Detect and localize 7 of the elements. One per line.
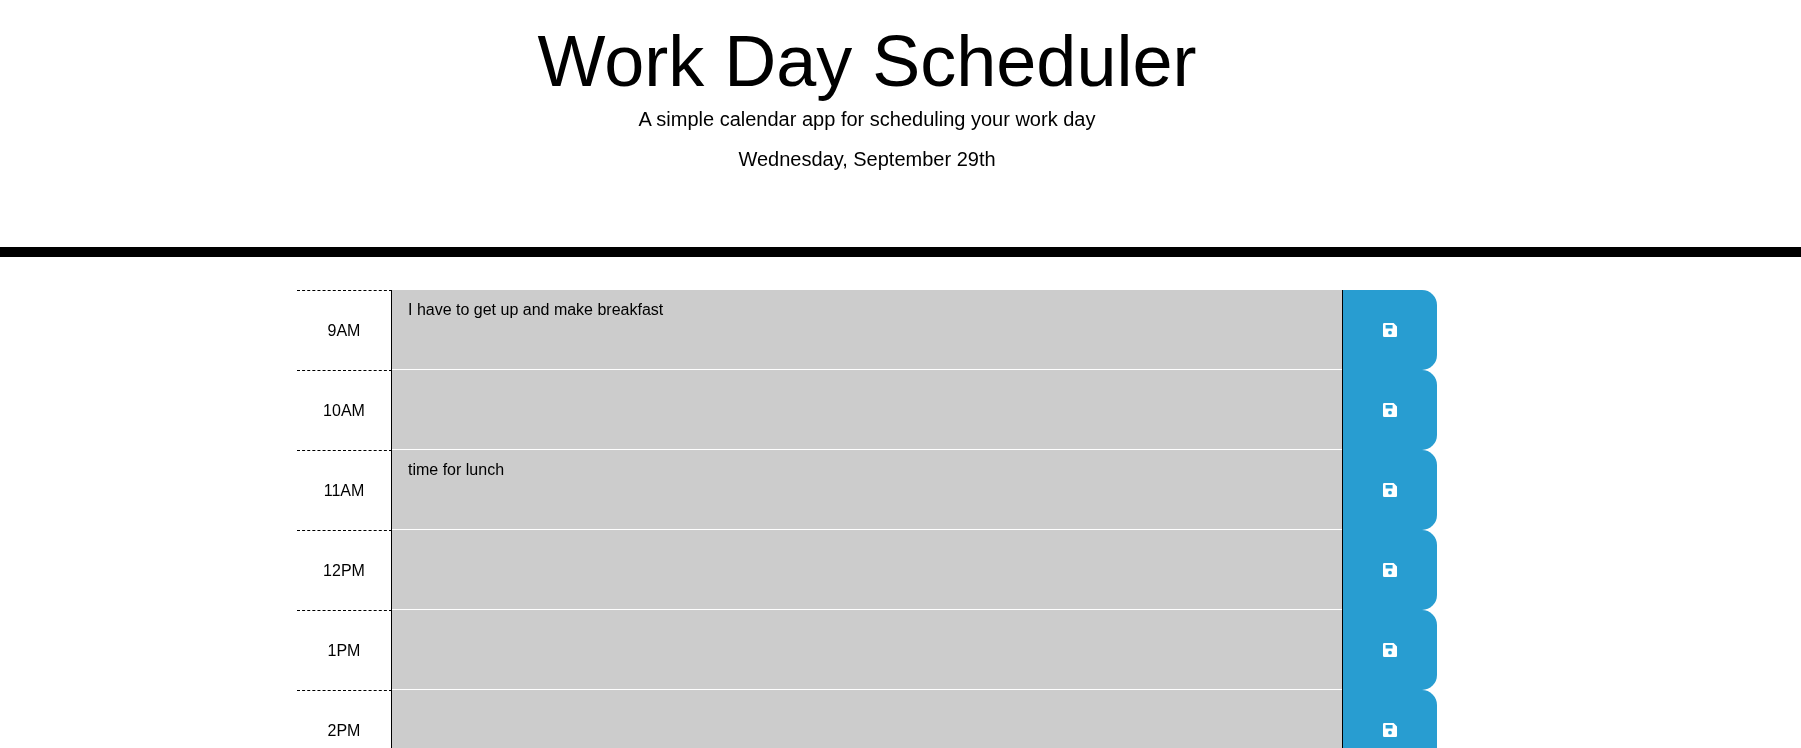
app-title: Work Day Scheduler bbox=[536, 20, 1198, 103]
current-date: Wednesday, September 29th bbox=[737, 147, 997, 173]
save-button[interactable] bbox=[1342, 290, 1437, 371]
task-textarea[interactable]: I have to get up and make breakfast bbox=[392, 290, 1342, 371]
task-textarea[interactable]: time for lunch bbox=[392, 450, 1342, 531]
save-button[interactable] bbox=[1342, 690, 1437, 748]
app-subtitle: A simple calendar app for scheduling your work day bbox=[637, 107, 1097, 133]
